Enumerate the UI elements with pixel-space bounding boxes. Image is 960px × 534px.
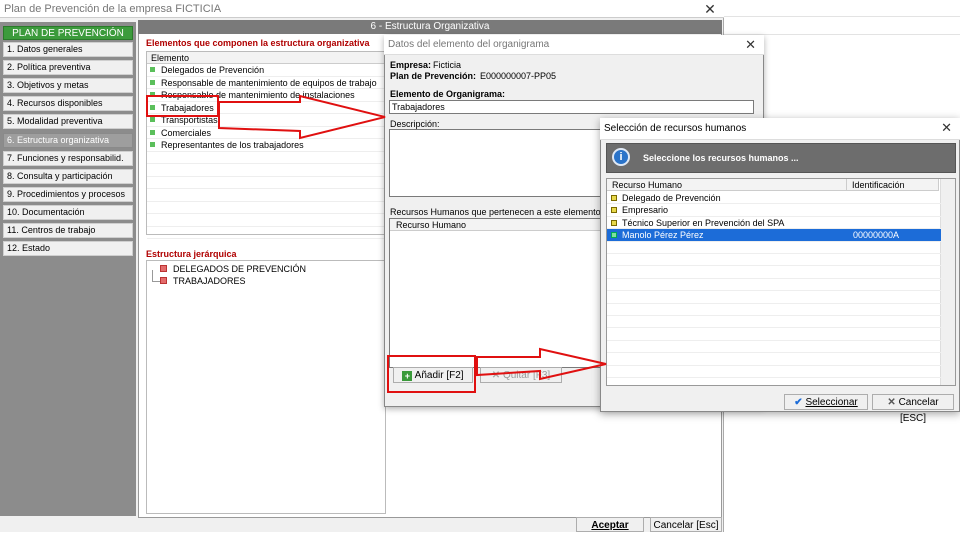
annotation-arrow	[218, 94, 386, 140]
annotation-arrows	[218, 94, 607, 381]
annotation-arrow	[476, 347, 607, 381]
